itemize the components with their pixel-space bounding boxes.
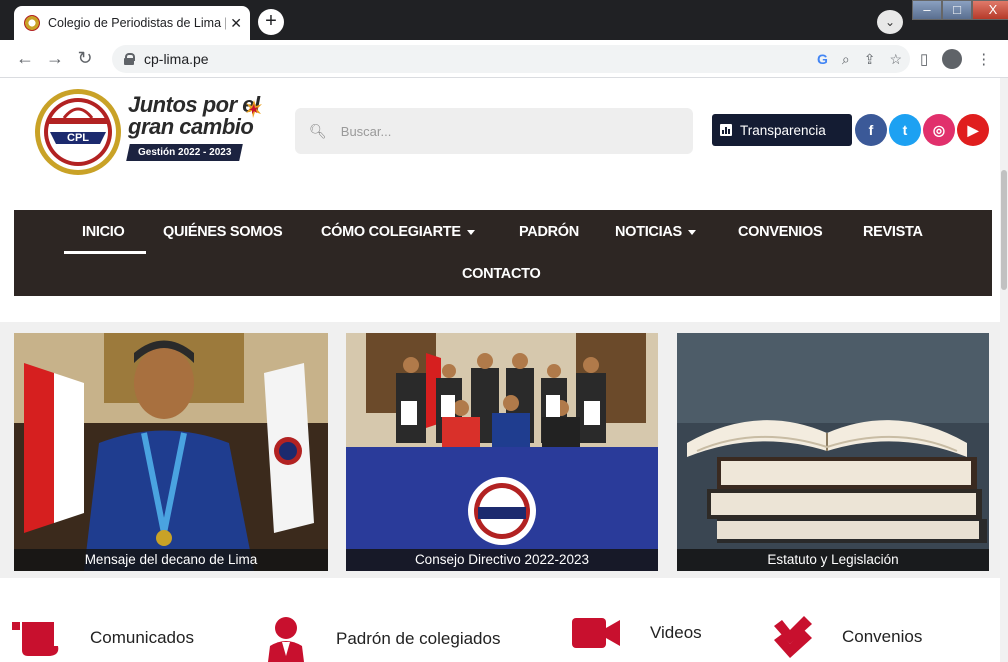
- nav-convenios[interactable]: CONVENIOS: [738, 224, 823, 240]
- menu-kebab-icon[interactable]: ⋮: [976, 50, 991, 68]
- nav-inicio-label: INICIO: [82, 224, 125, 240]
- tab-title: Colegio de Periodistas de Lima | Inicio: [48, 16, 226, 30]
- card-caption: Estatuto y Legislación: [677, 549, 989, 571]
- facebook-icon[interactable]: f: [855, 114, 887, 146]
- youtube-icon[interactable]: ▶: [957, 114, 989, 146]
- gestion-badge: Gestión 2022 - 2023: [126, 144, 244, 161]
- quick-link-label: Videos: [650, 623, 702, 642]
- maximize-button[interactable]: □: [942, 0, 972, 20]
- gestion-badge-label: Gestión 2022 - 2023: [138, 147, 232, 158]
- page-viewport: CPL Juntos por el gran cambio Gestión 20…: [0, 78, 1008, 662]
- site-favicon-icon: [24, 15, 40, 31]
- search-icon: 🔍︎: [309, 122, 327, 139]
- nav-quienes-somos-label: QUIÉNES SOMOS: [163, 224, 283, 240]
- profile-avatar-icon[interactable]: [942, 49, 963, 69]
- bar-chart-icon: [720, 124, 732, 136]
- scroll-icon: [12, 622, 59, 656]
- search-input[interactable]: [340, 123, 681, 139]
- browser-tab[interactable]: Colegio de Periodistas de Lima | Inicio …: [14, 6, 250, 40]
- page-scrollbar[interactable]: [1000, 78, 1008, 662]
- window-controls: – □ X: [912, 0, 1008, 22]
- browser-titlebar: Colegio de Periodistas de Lima | Inicio …: [0, 0, 1008, 40]
- card-caption: Consejo Directivo 2022-2023: [346, 549, 658, 571]
- search-box[interactable]: 🔍︎: [295, 108, 693, 154]
- new-tab-button[interactable]: +: [258, 9, 284, 35]
- browser-toolbar: ← → ↻ cp-lima.pe G ⌕ ⇪ ☆ ▯ ⋮: [0, 40, 1008, 78]
- nav-contacto[interactable]: CONTACTO: [462, 266, 541, 282]
- chevron-down-icon: [466, 229, 475, 235]
- quick-link-label: Comunicados: [90, 628, 194, 647]
- quick-link-label: Padrón de colegiados: [336, 629, 501, 648]
- scrollbar-thumb[interactable]: [1001, 170, 1007, 290]
- bookmark-star-icon[interactable]: ☆: [889, 51, 902, 68]
- toolbar-right: ▯ ⋮: [920, 40, 991, 78]
- nav-revista[interactable]: REVISTA: [863, 224, 923, 240]
- nav-inicio[interactable]: INICIO: [82, 224, 125, 240]
- chevron-down-icon: [687, 229, 696, 235]
- nav-noticias-label: NOTICIAS: [615, 224, 682, 240]
- hand-flame-icon: [246, 100, 262, 118]
- url-text[interactable]: cp-lima.pe: [144, 51, 209, 67]
- decano-photo: [14, 333, 328, 571]
- nav-contacto-label: CONTACTO: [462, 266, 541, 282]
- quick-link-label: Convenios: [842, 627, 923, 646]
- nav-padron[interactable]: PADRÓN: [519, 224, 579, 240]
- quick-link-padron[interactable]: Padrón de colegiados: [266, 616, 500, 662]
- card-caption: Mensaje del decano de Lima: [14, 549, 328, 571]
- lock-icon[interactable]: [124, 53, 135, 65]
- google-translate-icon[interactable]: G: [817, 51, 828, 67]
- video-camera-icon: [572, 618, 620, 648]
- reload-icon[interactable]: ↻: [70, 48, 100, 69]
- twitter-icon[interactable]: t: [889, 114, 921, 146]
- quick-link-comunicados[interactable]: Comunicados: [8, 616, 194, 660]
- nav-quienes-somos[interactable]: QUIÉNES SOMOS: [163, 224, 283, 240]
- person-icon: [268, 617, 304, 662]
- main-nav: INICIO QUIÉNES SOMOS CÓMO COLEGIARTE PAD…: [14, 210, 992, 296]
- quick-link-videos[interactable]: Videos: [572, 616, 702, 650]
- omnibox-actions: G ⌕ ⇪ ☆: [817, 45, 902, 73]
- nav-active-indicator: [64, 251, 146, 254]
- tab-close-icon[interactable]: ✕: [230, 15, 242, 32]
- nav-como-colegiarte[interactable]: CÓMO COLEGIARTE: [321, 224, 475, 240]
- share-icon[interactable]: ⇪: [864, 51, 876, 68]
- zoom-icon[interactable]: ⌕: [842, 51, 850, 68]
- tab-search-chevron-icon[interactable]: ⌄: [877, 10, 903, 34]
- back-arrow-icon[interactable]: ←: [10, 48, 40, 69]
- transparencia-button[interactable]: Transparencia: [712, 114, 852, 146]
- nav-revista-label: REVISTA: [863, 224, 923, 240]
- card-estatuto-legislacion[interactable]: Estatuto y Legislación: [677, 333, 989, 571]
- nav-convenios-label: CONVENIOS: [738, 224, 823, 240]
- forward-arrow-icon[interactable]: →: [40, 48, 70, 69]
- logo-text: CPL: [67, 132, 89, 144]
- consejo-photo: [346, 333, 658, 571]
- nav-padron-label: PADRÓN: [519, 224, 579, 240]
- double-check-icon: [774, 616, 812, 658]
- quick-link-convenios[interactable]: Convenios: [772, 616, 922, 658]
- card-consejo-directivo[interactable]: Consejo Directivo 2022-2023: [346, 333, 658, 571]
- books-photo: [677, 333, 989, 571]
- address-bar[interactable]: cp-lima.pe G ⌕ ⇪ ☆: [112, 45, 910, 73]
- card-mensaje-decano[interactable]: Mensaje del decano de Lima: [14, 333, 328, 571]
- cpl-logo[interactable]: CPL: [34, 88, 122, 176]
- minimize-button[interactable]: –: [912, 0, 942, 20]
- transparencia-label: Transparencia: [740, 122, 826, 138]
- side-panel-icon[interactable]: ▯: [920, 50, 928, 68]
- nav-como-colegiarte-label: CÓMO COLEGIARTE: [321, 224, 461, 240]
- close-window-button[interactable]: X: [972, 0, 1008, 20]
- nav-noticias[interactable]: NOTICIAS: [615, 224, 696, 240]
- instagram-icon[interactable]: ◎: [923, 114, 955, 146]
